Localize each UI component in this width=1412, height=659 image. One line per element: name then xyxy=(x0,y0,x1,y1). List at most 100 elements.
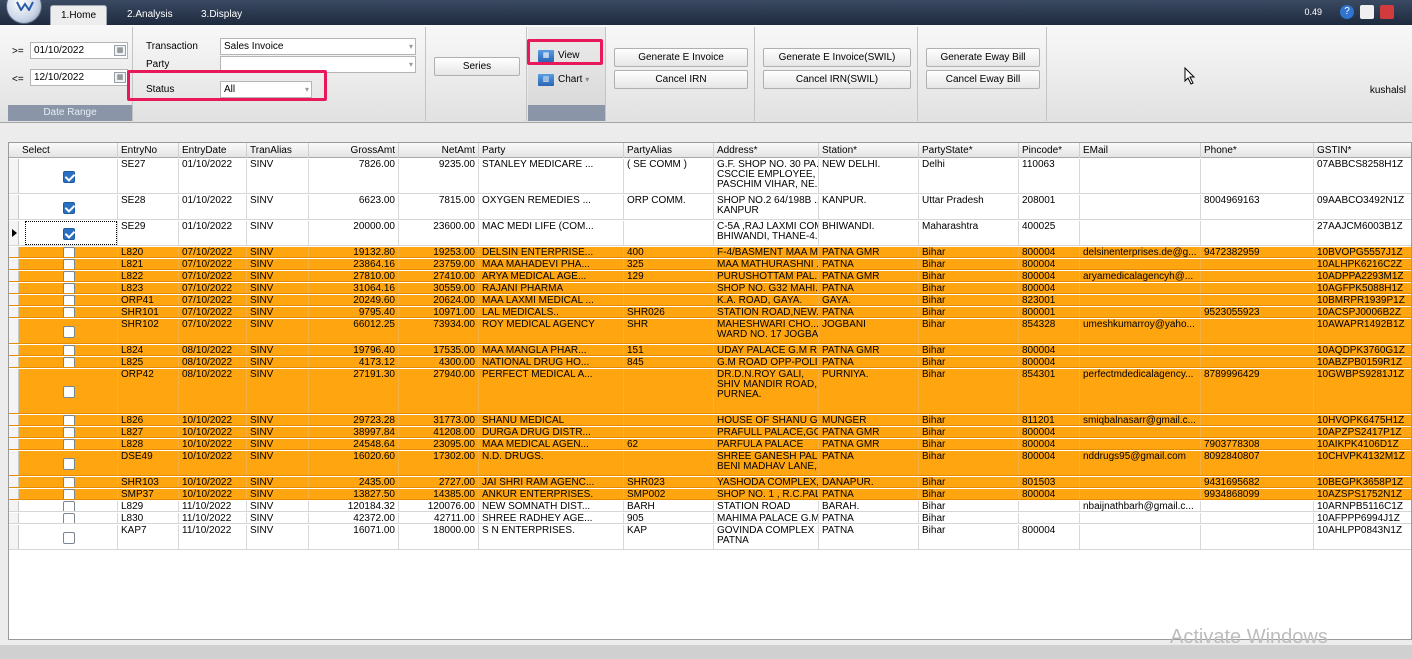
column-header-party-state[interactable]: PartyState* xyxy=(919,143,1019,158)
row-selector[interactable] xyxy=(9,477,19,487)
transaction-select[interactable]: Sales Invoice ▾ xyxy=(220,38,416,55)
restore-icon[interactable] xyxy=(1360,5,1374,19)
column-header-phone[interactable]: Phone* xyxy=(1201,143,1314,158)
select-checkbox[interactable] xyxy=(63,427,75,437)
row-selector[interactable] xyxy=(9,319,19,343)
select-checkbox[interactable] xyxy=(63,357,75,367)
table-row[interactable]: KAP7 11/10/2022 SINV 16071.00 18000.00 S N EN… xyxy=(9,525,1411,550)
column-header-station[interactable]: Station* xyxy=(819,143,919,158)
select-checkbox[interactable] xyxy=(63,501,75,511)
table-row[interactable]: ORP41 07/10/2022 SINV 20249.60 20624.00 MAA L… xyxy=(9,295,1411,306)
table-row[interactable]: L824 08/10/2022 SINV 19796.40 17535.00 MAA MA… xyxy=(9,345,1411,356)
tab-display[interactable]: 3.Display xyxy=(191,5,252,25)
table-row[interactable]: SE27 01/10/2022 SINV 7826.00 9235.00 STANLEY … xyxy=(9,159,1411,194)
close-icon[interactable] xyxy=(1380,5,1394,19)
row-selector[interactable] xyxy=(9,439,19,449)
table-row[interactable]: L829 11/10/2022 SINV 120184.32 120076.00 NEW … xyxy=(9,501,1411,512)
select-checkbox[interactable] xyxy=(63,532,75,544)
calendar-icon[interactable]: ▦ xyxy=(114,72,126,83)
column-header-entry-date[interactable]: EntryDate xyxy=(179,143,247,158)
select-checkbox[interactable] xyxy=(63,271,75,281)
row-selector[interactable] xyxy=(9,307,19,317)
table-row[interactable]: L820 07/10/2022 SINV 19132.80 19253.00 DELSIN… xyxy=(9,247,1411,258)
table-row[interactable]: L830 11/10/2022 SINV 42372.00 42711.00 SHREE … xyxy=(9,513,1411,524)
column-header-party-alias[interactable]: PartyAlias xyxy=(624,143,714,158)
row-selector[interactable] xyxy=(9,159,19,193)
row-selector[interactable] xyxy=(9,247,19,257)
table-row[interactable]: L828 10/10/2022 SINV 24548.64 23095.00 MAA ME… xyxy=(9,439,1411,450)
row-selector[interactable] xyxy=(9,221,19,245)
column-header-select[interactable]: Select xyxy=(19,143,118,158)
table-row[interactable]: SE28 01/10/2022 SINV 6623.00 7815.00 OXYGEN R… xyxy=(9,195,1411,220)
row-selector[interactable] xyxy=(9,501,19,511)
row-selector[interactable] xyxy=(9,345,19,355)
tab-home[interactable]: 1.Home xyxy=(50,5,108,25)
row-selector[interactable] xyxy=(9,513,19,523)
table-row[interactable]: SMP37 10/10/2022 SINV 13827.50 14385.00 ANKUR… xyxy=(9,489,1411,500)
select-checkbox[interactable] xyxy=(63,489,75,499)
row-selector[interactable] xyxy=(9,369,19,413)
column-header-pincode[interactable]: Pincode* xyxy=(1019,143,1080,158)
row-selector[interactable] xyxy=(9,271,19,281)
row-selector[interactable] xyxy=(9,427,19,437)
select-checkbox[interactable] xyxy=(63,283,75,293)
column-header-tran-alias[interactable]: TranAlias xyxy=(247,143,309,158)
row-selector[interactable] xyxy=(9,195,19,219)
select-checkbox[interactable] xyxy=(63,247,75,257)
table-row[interactable]: L826 10/10/2022 SINV 29723.28 31773.00 SHANU … xyxy=(9,415,1411,426)
select-checkbox[interactable] xyxy=(63,386,75,398)
select-checkbox[interactable] xyxy=(63,171,75,183)
table-row[interactable]: DSE49 10/10/2022 SINV 16020.60 17302.00 N.D. … xyxy=(9,451,1411,476)
row-selector[interactable] xyxy=(9,525,19,549)
cancel-irn-button[interactable]: Cancel IRN xyxy=(614,70,748,89)
select-checkbox[interactable] xyxy=(63,202,75,214)
app-logo[interactable] xyxy=(6,0,42,24)
select-checkbox[interactable] xyxy=(63,326,75,338)
column-header-gstin[interactable]: GSTIN* xyxy=(1314,143,1411,158)
table-row[interactable]: L823 07/10/2022 SINV 31064.16 30559.00 RAJANI… xyxy=(9,283,1411,294)
table-row[interactable]: L827 10/10/2022 SINV 38997.84 41208.00 DURGA … xyxy=(9,427,1411,438)
select-checkbox[interactable] xyxy=(63,513,75,523)
column-header-net-amt[interactable]: NetAmt xyxy=(399,143,479,158)
row-selector[interactable] xyxy=(9,295,19,305)
row-selector[interactable] xyxy=(9,415,19,425)
column-header-entry-no[interactable]: EntryNo xyxy=(118,143,179,158)
generate-e-invoice-button[interactable]: Generate E Invoice xyxy=(614,48,748,67)
table-row[interactable]: L822 07/10/2022 SINV 27810.00 27410.00 ARYA M… xyxy=(9,271,1411,282)
generate-e-invoice-swil-button[interactable]: Generate E Invoice(SWIL) xyxy=(763,48,911,67)
table-row[interactable]: SHR102 07/10/2022 SINV 66012.25 73934.00 ROY … xyxy=(9,319,1411,344)
table-row[interactable]: L821 07/10/2022 SINV 23864.16 23759.00 MAA MA… xyxy=(9,259,1411,270)
calendar-icon[interactable]: ▦ xyxy=(114,45,126,56)
select-checkbox[interactable] xyxy=(63,259,75,269)
from-date-field[interactable]: 01/10/2022 ▦ xyxy=(30,42,128,59)
table-row[interactable]: SHR101 07/10/2022 SINV 9795.40 10971.00 LAL M… xyxy=(9,307,1411,318)
row-selector[interactable] xyxy=(9,451,19,475)
select-checkbox[interactable] xyxy=(63,345,75,355)
series-button[interactable]: Series xyxy=(434,57,520,76)
to-date-field[interactable]: 12/10/2022 ▦ xyxy=(30,69,128,86)
cancel-irn-swil-button[interactable]: Cancel IRN(SWIL) xyxy=(763,70,911,89)
row-selector[interactable] xyxy=(9,259,19,269)
select-checkbox[interactable] xyxy=(63,307,75,317)
cancel-eway-bill-button[interactable]: Cancel Eway Bill xyxy=(926,70,1040,89)
help-icon[interactable]: ? xyxy=(1340,5,1354,19)
party-select[interactable]: ▾ xyxy=(220,56,416,73)
select-checkbox[interactable] xyxy=(63,228,75,240)
column-header-gross-amt[interactable]: GrossAmt xyxy=(309,143,399,158)
table-row[interactable]: SHR103 10/10/2022 SINV 2435.00 2727.00 JAI SH… xyxy=(9,477,1411,488)
column-header-address[interactable]: Address* xyxy=(714,143,819,158)
table-row[interactable]: ORP42 08/10/2022 SINV 27191.30 27940.00 PERFE… xyxy=(9,369,1411,414)
select-checkbox[interactable] xyxy=(63,415,75,425)
row-selector[interactable] xyxy=(9,489,19,499)
select-checkbox[interactable] xyxy=(63,458,75,470)
column-header-party[interactable]: Party xyxy=(479,143,624,158)
select-checkbox[interactable] xyxy=(63,439,75,449)
table-row[interactable]: L825 08/10/2022 SINV 4173.12 4300.00 NATIONAL… xyxy=(9,357,1411,368)
tab-analysis[interactable]: 2.Analysis xyxy=(117,5,183,25)
column-header-email[interactable]: EMail xyxy=(1080,143,1201,158)
select-checkbox[interactable] xyxy=(63,295,75,305)
chart-button[interactable]: ▥ Chart ▾ xyxy=(534,71,589,89)
table-row[interactable]: SE29 01/10/2022 SINV 20000.00 23600.00 MAC ME… xyxy=(9,221,1411,246)
view-button[interactable]: ▦ View xyxy=(534,47,580,65)
generate-eway-bill-button[interactable]: Generate Eway Bill xyxy=(926,48,1040,67)
